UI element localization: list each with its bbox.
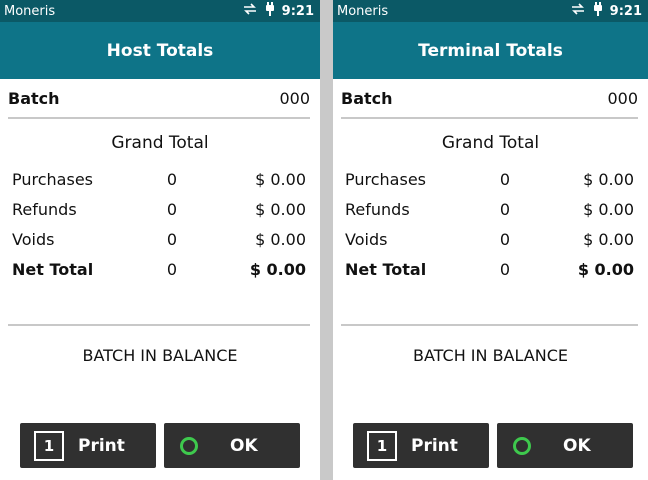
key-1-icon: 1	[367, 430, 397, 461]
divider	[341, 324, 638, 326]
row-amount: $ 0.00	[577, 259, 634, 279]
row-count: 0	[499, 259, 511, 279]
button-bar: 1 Print OK	[353, 423, 633, 468]
status-icons: 9:21	[242, 2, 314, 20]
key-1-icon: 1	[34, 430, 64, 461]
divider	[341, 117, 638, 119]
ok-label: OK	[230, 435, 258, 456]
print-button[interactable]: 1 Print	[20, 423, 156, 468]
row-amount: $ 0.00	[255, 229, 306, 249]
row-count: 0	[166, 199, 178, 219]
ok-button[interactable]: OK	[164, 423, 300, 468]
power-plug-icon	[264, 2, 276, 20]
app-name: Moneris	[337, 3, 389, 19]
status-bar: Moneris 9:21	[333, 0, 648, 22]
sync-arrows-icon	[570, 3, 586, 19]
row-label: Refunds	[12, 199, 77, 219]
row-label: Voids	[12, 229, 55, 249]
balance-status: BATCH IN BALANCE	[82, 346, 238, 365]
row-count: 0	[499, 229, 511, 249]
host-totals-screen: Moneris 9:21 Host Totals Batch 000 Grand…	[0, 0, 320, 480]
batch-label: Batch	[341, 88, 393, 108]
row-amount: $ 0.00	[249, 259, 306, 279]
page-title: Host Totals	[0, 22, 320, 79]
green-ring-icon	[513, 436, 531, 455]
button-bar: 1 Print OK	[20, 423, 300, 468]
print-label: Print	[78, 435, 125, 456]
totals-table: Purchases 0 $ 0.00 Refunds 0 $ 0.00 Void…	[333, 164, 648, 284]
row-amount: $ 0.00	[583, 169, 634, 189]
batch-value: 000	[279, 88, 310, 108]
row-label: Purchases	[12, 169, 93, 189]
totals-row-net-total: Net Total 0 $ 0.00	[345, 254, 634, 284]
grand-total-title: Grand Total	[111, 133, 209, 153]
page-title: Terminal Totals	[333, 22, 648, 79]
green-ring-icon	[180, 436, 198, 455]
grand-total-title: Grand Total	[441, 133, 540, 153]
totals-row-purchases: Purchases 0 $ 0.00	[12, 164, 306, 194]
batch-value: 000	[607, 88, 638, 108]
totals-table: Purchases 0 $ 0.00 Refunds 0 $ 0.00 Void…	[0, 164, 320, 284]
batch-row: Batch 000	[333, 79, 648, 117]
balance-status: BATCH IN BALANCE	[413, 346, 568, 365]
row-count: 0	[166, 229, 178, 249]
batch-row: Batch 000	[0, 79, 320, 117]
ok-label: OK	[563, 435, 591, 456]
row-label: Purchases	[345, 169, 426, 189]
print-button[interactable]: 1 Print	[353, 423, 489, 468]
totals-row-refunds: Refunds 0 $ 0.00	[12, 194, 306, 224]
row-amount: $ 0.00	[255, 199, 306, 219]
row-count: 0	[499, 169, 511, 189]
row-count: 0	[166, 259, 178, 279]
power-plug-icon	[592, 2, 604, 20]
row-label: Refunds	[345, 199, 410, 219]
ok-button[interactable]: OK	[497, 423, 633, 468]
row-label: Net Total	[12, 259, 94, 279]
row-amount: $ 0.00	[255, 169, 306, 189]
row-label: Net Total	[345, 259, 427, 279]
status-bar: Moneris 9:21	[0, 0, 320, 22]
status-time: 9:21	[281, 3, 314, 19]
print-label: Print	[411, 435, 458, 456]
totals-row-voids: Voids 0 $ 0.00	[345, 224, 634, 254]
row-count: 0	[499, 199, 511, 219]
row-count: 0	[166, 169, 178, 189]
totals-row-voids: Voids 0 $ 0.00	[12, 224, 306, 254]
totals-row-purchases: Purchases 0 $ 0.00	[345, 164, 634, 194]
terminal-totals-screen: Moneris 9:21 Terminal Totals Batch 000 G…	[333, 0, 648, 480]
divider	[8, 117, 310, 119]
batch-label: Batch	[8, 88, 60, 108]
divider	[8, 324, 310, 326]
row-amount: $ 0.00	[583, 229, 634, 249]
status-icons: 9:21	[570, 2, 642, 20]
row-label: Voids	[345, 229, 388, 249]
totals-row-refunds: Refunds 0 $ 0.00	[345, 194, 634, 224]
sync-arrows-icon	[242, 3, 258, 19]
totals-row-net-total: Net Total 0 $ 0.00	[12, 254, 306, 284]
status-time: 9:21	[609, 3, 642, 19]
row-amount: $ 0.00	[583, 199, 634, 219]
app-name: Moneris	[4, 3, 56, 19]
